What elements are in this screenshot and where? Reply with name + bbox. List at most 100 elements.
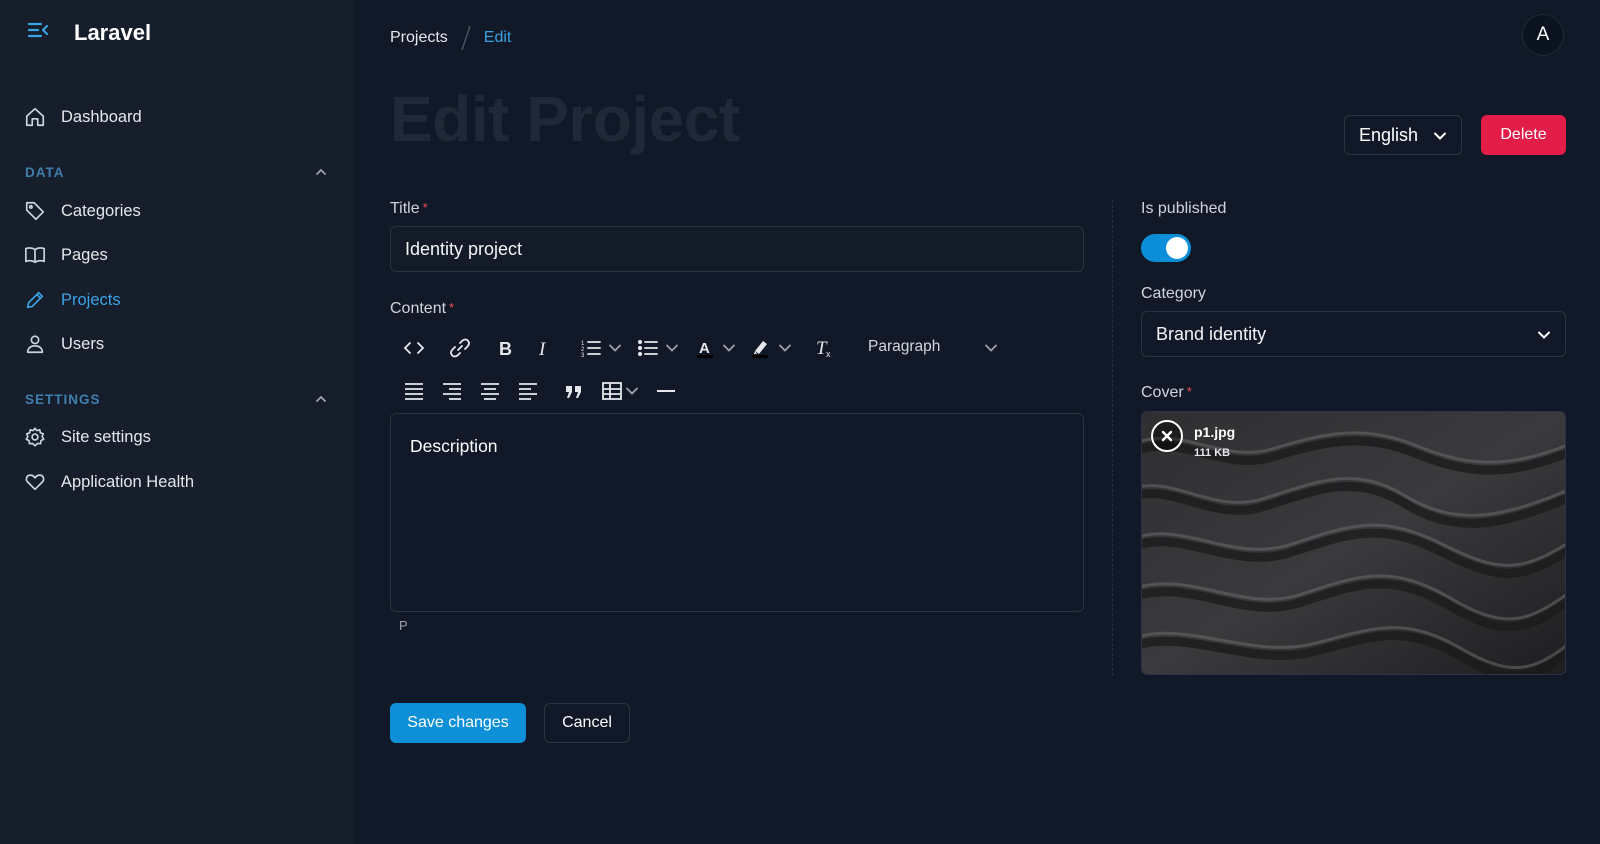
table-button[interactable] — [601, 380, 639, 402]
sidebar-item-label: Categories — [61, 201, 141, 220]
tag-icon — [25, 201, 45, 221]
chevron-down-icon — [1434, 132, 1446, 140]
chevron-down-icon — [1538, 331, 1550, 339]
category-select[interactable]: Brand identity — [1141, 311, 1566, 357]
code-icon — [403, 342, 425, 354]
align-center-icon — [481, 383, 499, 400]
sidebar-item-users[interactable]: Users — [24, 329, 104, 359]
bullet-list-button[interactable] — [637, 337, 679, 359]
heart-icon — [25, 474, 45, 491]
sidebar-item-application-health[interactable]: Application Health — [24, 467, 194, 497]
breadcrumb: Projects Edit — [390, 24, 511, 52]
sidebar-item-dashboard[interactable]: Dashboard — [24, 102, 142, 132]
blockquote-button[interactable] — [563, 380, 585, 402]
sidebar-item-label: Site settings — [61, 427, 151, 446]
user-avatar[interactable]: A — [1522, 14, 1564, 56]
category-label: Category — [1141, 285, 1206, 302]
cover-image-upload[interactable]: p1.jpg 111 KB — [1141, 411, 1566, 675]
chevron-down-icon — [723, 344, 735, 352]
align-right-button[interactable] — [441, 380, 463, 402]
text-color-icon: A — [697, 340, 713, 358]
main-content: Projects Edit A Edit Project English Del… — [354, 0, 1600, 844]
align-right-icon — [443, 383, 461, 400]
sidebar-item-label: Pages — [61, 245, 108, 264]
chevron-down-icon — [626, 387, 638, 395]
brand: Laravel — [26, 18, 151, 45]
bold-button[interactable]: B — [494, 337, 516, 359]
svg-text:B: B — [499, 339, 512, 359]
chevron-up-icon[interactable] — [314, 392, 328, 406]
group-label-settings: SETTINGS — [25, 392, 101, 407]
language-select[interactable]: English — [1344, 115, 1462, 155]
italic-button[interactable]: I — [532, 337, 554, 359]
app-name: Laravel — [74, 20, 152, 45]
toggle-knob — [1166, 237, 1188, 259]
link-button[interactable] — [449, 337, 471, 359]
highlighter-icon — [752, 341, 768, 358]
sidebar-item-label: Dashboard — [61, 107, 142, 126]
delete-button[interactable]: Delete — [1481, 115, 1566, 155]
source-code-button[interactable] — [403, 337, 425, 359]
table-icon — [602, 382, 622, 400]
sidebar-item-label: Users — [61, 334, 105, 353]
editor-text: Description — [410, 436, 498, 456]
align-left-button[interactable] — [517, 380, 539, 402]
sidebar: Laravel Dashboard DATA Categories Pages … — [0, 0, 354, 844]
clear-formatting-icon: Tx — [816, 338, 831, 359]
editor-element-path[interactable]: P — [399, 618, 408, 633]
align-center-button[interactable] — [479, 380, 501, 402]
chevron-down-icon — [666, 344, 678, 352]
svg-text:3: 3 — [581, 353, 585, 359]
published-label: Is published — [1141, 200, 1227, 217]
home-icon — [25, 107, 45, 127]
cover-label: Cover * — [1141, 384, 1192, 402]
sidebar-item-label: Projects — [61, 290, 121, 309]
sidebar-item-label: Application Health — [61, 472, 194, 491]
link-icon — [450, 338, 470, 358]
collapse-sidebar-icon[interactable] — [26, 18, 50, 42]
chevron-up-icon[interactable] — [314, 165, 328, 179]
clear-formatting-button[interactable]: Tx — [813, 337, 835, 359]
page-title: Edit Project — [390, 83, 740, 155]
pencil-icon — [26, 291, 44, 309]
chevron-down-icon[interactable] — [984, 341, 998, 355]
user-icon — [26, 335, 44, 354]
horizontal-rule-icon — [657, 390, 675, 392]
content-label-text: Content — [390, 300, 447, 317]
numbered-list-icon: 123 — [581, 341, 601, 359]
title-input[interactable]: Identity project — [390, 226, 1084, 272]
svg-text:A: A — [699, 340, 710, 357]
gear-icon — [25, 427, 45, 447]
align-justify-button[interactable] — [403, 380, 425, 402]
breadcrumb-edit[interactable]: Edit — [484, 29, 512, 47]
svg-text:I: I — [538, 339, 547, 359]
required-mark: * — [449, 300, 455, 315]
paragraph-format-select[interactable]: Paragraph — [868, 338, 940, 356]
title-label: Title * — [390, 200, 428, 218]
horizontal-rule-button[interactable] — [655, 380, 677, 402]
sidebar-item-categories[interactable]: Categories — [24, 196, 141, 226]
required-mark: * — [1186, 384, 1192, 399]
title-label-text: Title — [390, 200, 420, 217]
published-toggle[interactable] — [1141, 234, 1191, 262]
align-left-icon — [519, 383, 537, 400]
sidebar-item-projects[interactable]: Projects — [24, 285, 121, 315]
text-color-button[interactable]: A — [694, 337, 736, 359]
numbered-list-button[interactable]: 123 — [580, 337, 622, 359]
chevron-down-icon — [779, 344, 791, 352]
language-value: English — [1359, 124, 1419, 145]
breadcrumb-projects[interactable]: Projects — [390, 29, 448, 47]
quote-icon — [566, 386, 581, 398]
highlight-color-button[interactable] — [750, 337, 792, 359]
remove-file-button[interactable] — [1151, 420, 1183, 452]
cover-label-text: Cover — [1141, 384, 1184, 401]
content-editor[interactable]: Description — [390, 413, 1084, 612]
save-changes-button[interactable]: Save changes — [390, 703, 526, 743]
chevron-down-icon — [609, 344, 621, 352]
sidebar-item-site-settings[interactable]: Site settings — [24, 422, 151, 452]
category-value: Brand identity — [1156, 323, 1267, 344]
title-input-value: Identity project — [405, 238, 523, 259]
sidebar-item-pages[interactable]: Pages — [24, 240, 108, 270]
cancel-button[interactable]: Cancel — [544, 703, 630, 743]
bullet-list-icon — [637, 339, 658, 357]
